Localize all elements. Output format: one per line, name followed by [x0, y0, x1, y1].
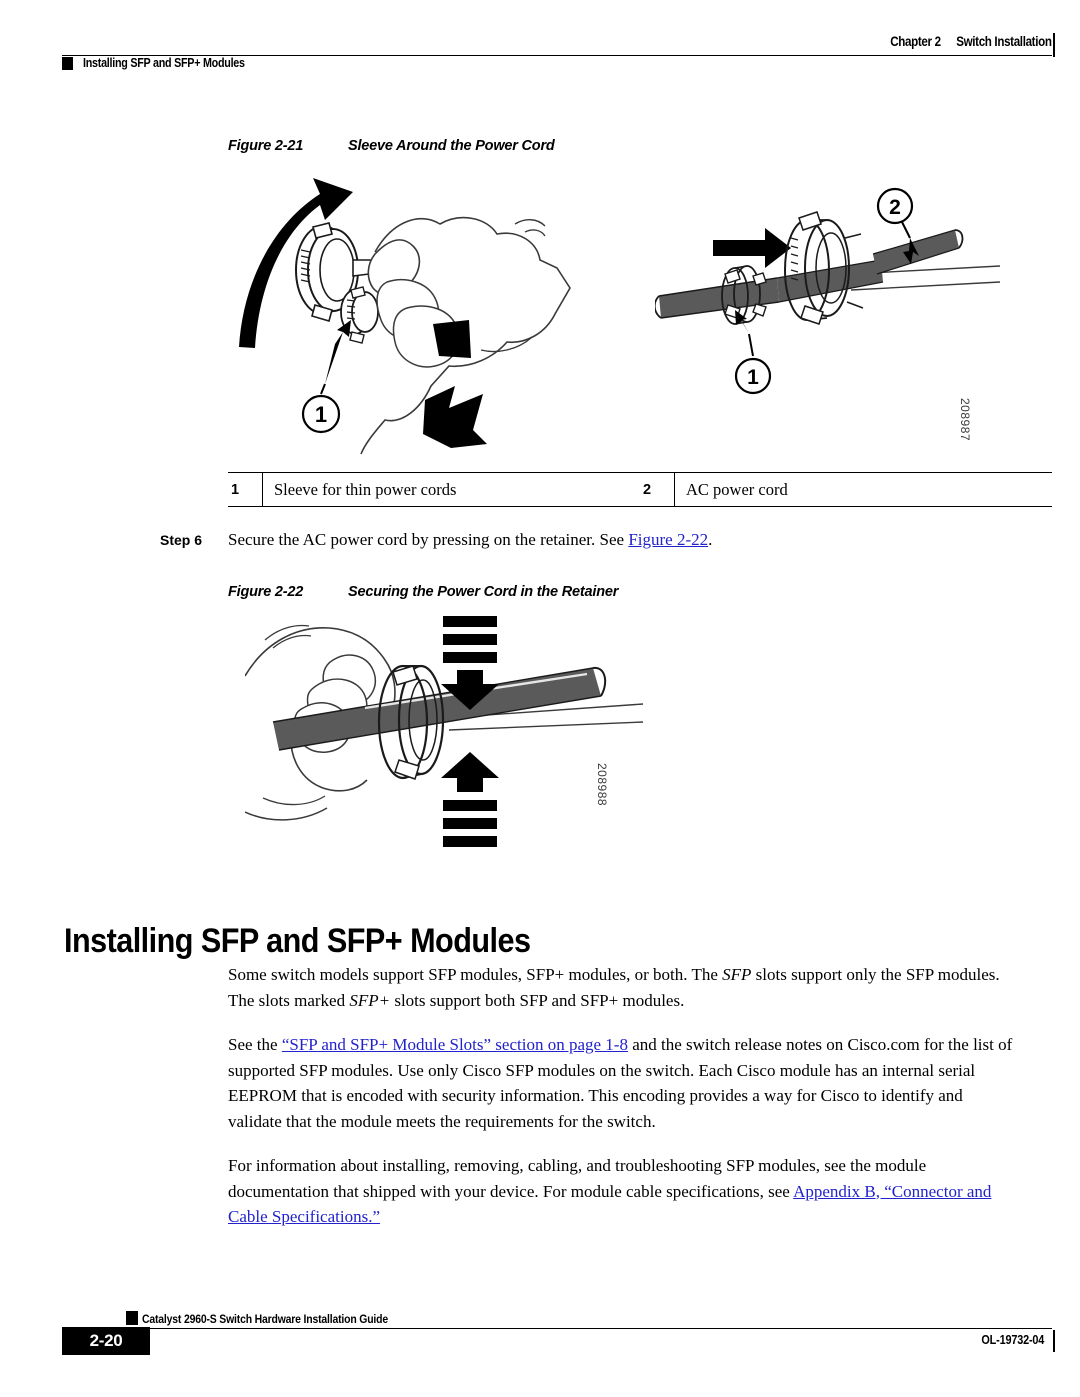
- legend-cell-2: 2 AC power cord: [640, 473, 1052, 506]
- header-chapter-number: Chapter 2: [890, 34, 942, 49]
- figure-2-21-legend-table: 1 Sleeve for thin power cords 2 AC power…: [228, 472, 1052, 507]
- figure-2-21-left-illustration: 1: [225, 172, 645, 462]
- svg-text:1: 1: [315, 402, 327, 427]
- legend-number-1: 1: [231, 481, 240, 498]
- body-content: Some switch models support SFP modules, …: [228, 962, 1014, 1249]
- figure-2-22-number: Figure 2-22: [228, 584, 304, 600]
- figure-2-22-illustration: [245, 612, 645, 852]
- page-title: Installing SFP and SFP+ Modules: [64, 921, 531, 960]
- paragraph-1: Some switch models support SFP modules, …: [228, 962, 1014, 1013]
- document-page: Chapter 2 Switch Installation Installing…: [0, 0, 1080, 1397]
- footer-page-number: 2-20: [62, 1327, 150, 1355]
- header-section: Installing SFP and SFP+ Modules: [62, 56, 271, 70]
- legend-row: 1 Sleeve for thin power cords 2 AC power…: [228, 473, 1052, 506]
- header-edge-tick: [1053, 33, 1055, 57]
- figure-2-21-number: Figure 2-21: [228, 138, 304, 154]
- header-chapter-info: Chapter 2 Switch Installation: [890, 34, 1053, 49]
- figure-2-21-right-illustration: 1 2: [655, 178, 1005, 428]
- figure-2-22-image-id: 208988: [595, 763, 609, 807]
- figure-2-22-caption: Figure 2-22 Securing the Power Cord in t…: [228, 584, 618, 600]
- header-chapter-title: Switch Installation: [956, 34, 1053, 49]
- legend-text-1: Sleeve for thin power cords: [262, 473, 640, 506]
- module-slots-section-link[interactable]: “SFP and SFP+ Module Slots” section on p…: [282, 1035, 628, 1054]
- svg-text:2: 2: [889, 196, 901, 219]
- paragraph-3: For information about installing, removi…: [228, 1153, 1014, 1230]
- footer-square-bullet-icon: [126, 1311, 138, 1325]
- footer-guide-title: Catalyst 2960-S Switch Hardware Installa…: [142, 1312, 389, 1326]
- paragraph-1-part-c: slots support both SFP and SFP+ modules.: [390, 990, 685, 1010]
- step-6: Step 6 Secure the AC power cord by press…: [160, 530, 1052, 550]
- paragraph-2-part-a: See the: [228, 1035, 282, 1054]
- step-6-text-after: .: [708, 530, 713, 549]
- step-6-text-before: Secure the AC power cord by pressing on …: [228, 530, 629, 549]
- square-bullet-icon: [62, 56, 73, 70]
- paragraph-1-part-a: Some switch models support SFP modules, …: [228, 965, 723, 984]
- legend-rule-bottom: [228, 506, 1052, 507]
- svg-text:1: 1: [747, 366, 759, 389]
- step-6-label: Step 6: [160, 532, 203, 548]
- figure-2-21-caption: Figure 2-21 Sleeve Around the Power Cord: [228, 138, 555, 154]
- legend-cell-1: 1 Sleeve for thin power cords: [228, 473, 640, 506]
- figure-2-22-title: Securing the Power Cord in the Retainer: [348, 584, 619, 600]
- footer-rule: [126, 1328, 1052, 1329]
- footer-document-id: OL-19732-04: [981, 1333, 1044, 1347]
- header-section-label: Installing SFP and SFP+ Modules: [83, 56, 245, 70]
- footer-edge-tick: [1053, 1330, 1055, 1352]
- legend-text-2: AC power cord: [674, 473, 1052, 506]
- paragraph-1-italic-sfp: SFP: [722, 965, 752, 984]
- figure-2-21-title: Sleeve Around the Power Cord: [348, 138, 555, 154]
- step-6-figure-link[interactable]: Figure 2-22: [628, 530, 708, 549]
- paragraph-1-italic-sfpplus: SFP+: [349, 990, 391, 1010]
- figure-2-21-image-id: 208987: [958, 398, 972, 442]
- legend-number-2: 2: [643, 481, 652, 498]
- step-6-text: Secure the AC power cord by pressing on …: [228, 530, 712, 550]
- paragraph-2: See the “SFP and SFP+ Module Slots” sect…: [228, 1032, 1014, 1134]
